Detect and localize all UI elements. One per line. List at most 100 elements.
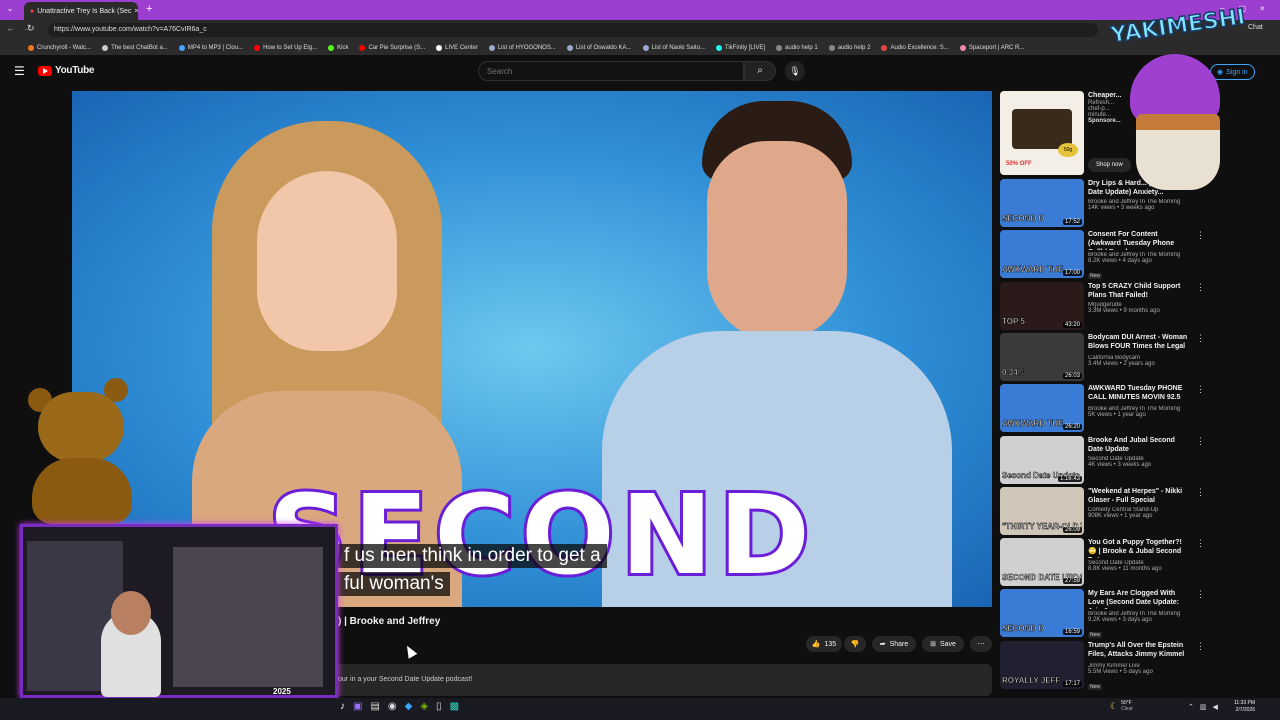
search-input[interactable]	[478, 61, 744, 81]
recommendation-item[interactable]: ROYALLY JEFF 17:17 Trump's All Over the Ep…	[1000, 640, 1205, 690]
weather-widget[interactable]: ☾ 50°F Clear	[1110, 700, 1133, 712]
taskbar	[0, 698, 1280, 720]
tab-list-icon[interactable]: ⌄	[4, 4, 16, 16]
recommendation-item[interactable]: AWKWARD TUE 17:00 Consent For Content (Awk…	[1000, 230, 1205, 280]
video-title: ) | Brooke and Jeffrey	[338, 616, 441, 627]
bookmark-item[interactable]: List of Oswaldo KA...	[566, 44, 632, 51]
recommendation-text: Consent For Content (Awkward Tuesday Pho…	[1088, 230, 1188, 282]
network-icon[interactable]: ▥	[1200, 703, 1207, 711]
recommendation-title[interactable]: Trump's All Over the Epstein Files, Atta…	[1088, 641, 1188, 661]
bookmark-item[interactable]: How to Set Up Elg...	[254, 44, 317, 51]
bookmark-item[interactable]: Audio Excellence: S...	[881, 44, 949, 51]
bookmark-item[interactable]: Car Pie Surprise (S...	[359, 44, 425, 51]
close-window-icon[interactable]: ×	[1260, 4, 1265, 13]
video-meta: 5K views • 1 year ago	[1088, 412, 1146, 419]
share-button[interactable]: ➦ Share	[872, 636, 916, 652]
bookmark-item[interactable]: Kick	[328, 44, 348, 51]
volume-icon[interactable]: ◀	[1213, 703, 1218, 711]
more-options-icon[interactable]: ⋮	[1196, 436, 1205, 447]
duration-badge: 17:52	[1062, 219, 1082, 225]
recommendation-item[interactable]: SECOND D 16:59 My Ears Are Clogged With Lo…	[1000, 589, 1205, 639]
more-options-icon[interactable]: ⋮	[1196, 333, 1205, 344]
bookmark-item[interactable]: MP4 to MP3 | Clou...	[178, 44, 243, 51]
browser-tab[interactable]: ● Unattractive Trey Is Back (Sec ×	[24, 2, 138, 20]
save-button[interactable]: ⊞ Save	[922, 636, 964, 652]
app-icon[interactable]: ▩	[450, 701, 459, 712]
voice-search-button[interactable]: 🎙	[785, 61, 805, 81]
recommendation-title[interactable]: Brooke And Jubal Second Date Update	[1088, 436, 1188, 454]
recommendation-text: My Ears Are Clogged With Love (Second Da…	[1088, 589, 1188, 641]
tab-close-icon[interactable]: ×	[134, 8, 138, 15]
file-icon[interactable]: ▤	[370, 701, 379, 712]
search-button[interactable]: ⌕	[744, 61, 776, 81]
recommendation-title[interactable]: "Weekend at Herpes" - Nikki Glaser - Ful…	[1088, 487, 1188, 505]
more-options-icon[interactable]: ⋮	[1196, 282, 1205, 293]
video-thumbnail[interactable]: SECOND D 16:59	[1000, 589, 1084, 638]
dislike-button[interactable]: 👎	[844, 636, 866, 652]
bookmark-item[interactable]: audio help 1	[776, 44, 818, 51]
recommendation-item[interactable]: "THIRTY YEAR-OLD WITH A TWIN BED"26:09"W…	[1000, 486, 1205, 535]
recommendation-title[interactable]: You Got a Puppy Together?! 🙄 | Brooke & …	[1088, 538, 1188, 558]
video-thumbnail[interactable]: ROYALLY JEFF 17:17	[1000, 640, 1084, 689]
bookmark-item[interactable]: Crunchyroll - Watc...	[28, 44, 91, 51]
video-thumbnail[interactable]: 0.34% 26:03	[1000, 332, 1084, 381]
more-options-icon[interactable]: ⋮	[1196, 230, 1205, 241]
recommendation-item[interactable]: 0.34% 26:03 Bodycam DUI Arrest - Woman Blo…	[1000, 332, 1205, 381]
mouse-cursor-icon	[402, 643, 418, 659]
clock[interactable]: 11:33 PM 2/7/2026	[1234, 700, 1255, 714]
document-icon[interactable]: ▯	[436, 701, 442, 712]
recommendation-item[interactable]: TOP 5 43:20 Top 5 CRAZY Child Support Plan…	[1000, 281, 1205, 330]
recommendation-title[interactable]: My Ears Are Clogged With Love (Second Da…	[1088, 589, 1188, 609]
recommendation-title[interactable]: Top 5 CRAZY Child Support Plans That Fai…	[1088, 282, 1188, 300]
tiktok-icon[interactable]: ♪	[340, 701, 345, 712]
recommendation-title[interactable]: Bodycam DUI Arrest - Woman Blows FOUR Ti…	[1088, 333, 1188, 353]
bookmark-item[interactable]: Spaceport | ARC R...	[959, 44, 1024, 51]
more-options-icon[interactable]: ⋮	[1196, 384, 1205, 395]
menu-icon[interactable]: ☰	[14, 64, 25, 78]
chevron-up-icon[interactable]: ⌃	[1188, 703, 1194, 711]
app-icon[interactable]: ▣	[353, 701, 362, 712]
new-badge: New	[1088, 273, 1103, 280]
ad-discount-badge: 50% OFF	[1006, 161, 1032, 167]
thumbs-up-icon: 👍	[811, 641, 821, 648]
thumbs-down-icon: 👎	[850, 641, 860, 648]
bookmark-item[interactable]: The best ChatBot a...	[102, 44, 168, 51]
video-thumbnail[interactable]: SECOND D 17:52	[1000, 179, 1084, 227]
bookmark-item[interactable]: List of Naoki Saito...	[642, 44, 705, 51]
video-thumbnail[interactable]: AWKWARD TUE 17:00	[1000, 230, 1084, 279]
more-options-icon[interactable]: ⋮	[1196, 641, 1205, 652]
recommendation-title[interactable]: AWKWARD Tuesday PHONE CALL MINUTES MOVIN…	[1088, 384, 1188, 404]
more-actions-button[interactable]: ⋯	[970, 636, 992, 652]
url-field[interactable]: https://www.youtube.com/watch?v=A76CvIR6…	[48, 23, 1098, 37]
browser-tab-bar	[0, 0, 1280, 20]
like-button[interactable]: 👍 135	[806, 636, 842, 652]
bookmark-item[interactable]: List of HYOGONOS...	[488, 44, 556, 51]
back-icon[interactable]: ←	[6, 23, 15, 33]
chrome-icon[interactable]: ◉	[388, 701, 397, 712]
video-thumbnail[interactable]: AWKWARD TUE 26:20	[1000, 384, 1084, 433]
recommendation-title[interactable]: Consent For Content (Awkward Tuesday Pho…	[1088, 230, 1188, 250]
video-thumbnail[interactable]: Second Date Update 1:16:43	[1000, 435, 1084, 484]
more-options-icon[interactable]: ⋮	[1196, 487, 1205, 498]
app-icon[interactable]: ◆	[405, 701, 413, 712]
recommendation-item[interactable]: AWKWARD TUE 26:20 AWKWARD Tuesday PHONE CA…	[1000, 384, 1205, 433]
bookmark-item[interactable]: audio help 2	[828, 44, 870, 51]
video-thumbnail[interactable]: TOP 5 43:20	[1000, 281, 1084, 330]
more-options-icon[interactable]: ⋮	[1196, 589, 1205, 600]
ad-thumbnail[interactable]: 50% OFF 50g	[1000, 91, 1084, 175]
bookmark-item[interactable]: TikFinity [LIVE]	[715, 44, 765, 51]
yakimeshi-logo: YAKIMESHI	[1108, 4, 1248, 194]
nvidia-icon[interactable]: ◈	[420, 701, 428, 712]
video-thumbnail[interactable]: "THIRTY YEAR-OLD WITH A TWIN BED"26:09	[1000, 486, 1084, 535]
video-thumbnail[interactable]: SECOND DATE UPDATE27:59	[1000, 538, 1084, 587]
bookmark-item[interactable]: LIVE Center	[436, 44, 478, 51]
youtube-logo[interactable]: YouTube	[38, 65, 95, 76]
profile-chat-button[interactable]: Chat	[1248, 24, 1263, 31]
more-options-icon[interactable]: ⋮	[1196, 538, 1205, 549]
rice-bowl-icon	[1136, 114, 1220, 190]
recommendation-item[interactable]: Second Date Update 1:16:43 Brooke And Juba…	[1000, 435, 1205, 484]
reload-icon[interactable]: ↻	[27, 23, 35, 34]
new-tab-icon[interactable]: +	[146, 3, 152, 15]
recommendation-item[interactable]: SECOND DATE UPDATE27:59You Got a Puppy T…	[1000, 538, 1205, 587]
recommendation-text: Bodycam DUI Arrest - Woman Blows FOUR Ti…	[1088, 333, 1188, 367]
